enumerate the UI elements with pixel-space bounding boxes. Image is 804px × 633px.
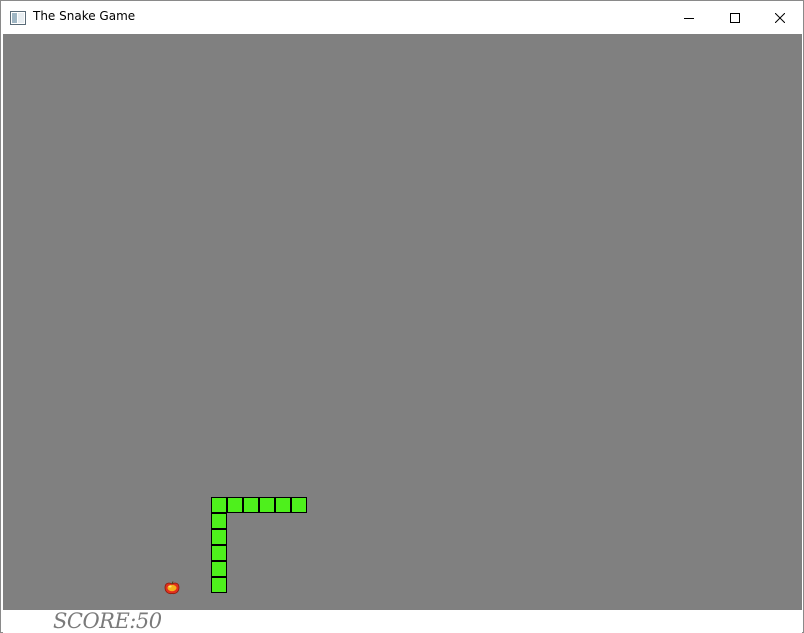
maximize-button[interactable] — [712, 2, 758, 33]
snake-segment — [211, 529, 227, 545]
score-label: SCORE:50 — [53, 609, 162, 633]
snake-segment — [211, 545, 227, 561]
snake-segment — [259, 497, 275, 513]
window-title: The Snake Game — [33, 9, 136, 23]
score-bar: SCORE:50 — [3, 609, 802, 633]
snake-segment — [275, 497, 291, 513]
snake-segment — [211, 513, 227, 529]
minimize-icon — [684, 8, 694, 27]
close-button[interactable] — [757, 2, 803, 33]
snake-head — [291, 497, 307, 513]
snake-segment — [227, 497, 243, 513]
apple-icon — [164, 580, 180, 595]
snake-segment — [211, 497, 227, 513]
game-window: The Snake Game SCORE:50 — [0, 0, 804, 633]
snake-tail — [211, 577, 227, 593]
minimize-button[interactable] — [666, 2, 712, 33]
window-app-icon[interactable] — [10, 10, 26, 25]
game-board[interactable] — [3, 34, 802, 610]
snake-segment — [211, 561, 227, 577]
title-bar[interactable]: The Snake Game — [2, 2, 802, 33]
close-icon — [774, 8, 786, 27]
maximize-icon — [730, 8, 740, 27]
snake-segment — [243, 497, 259, 513]
